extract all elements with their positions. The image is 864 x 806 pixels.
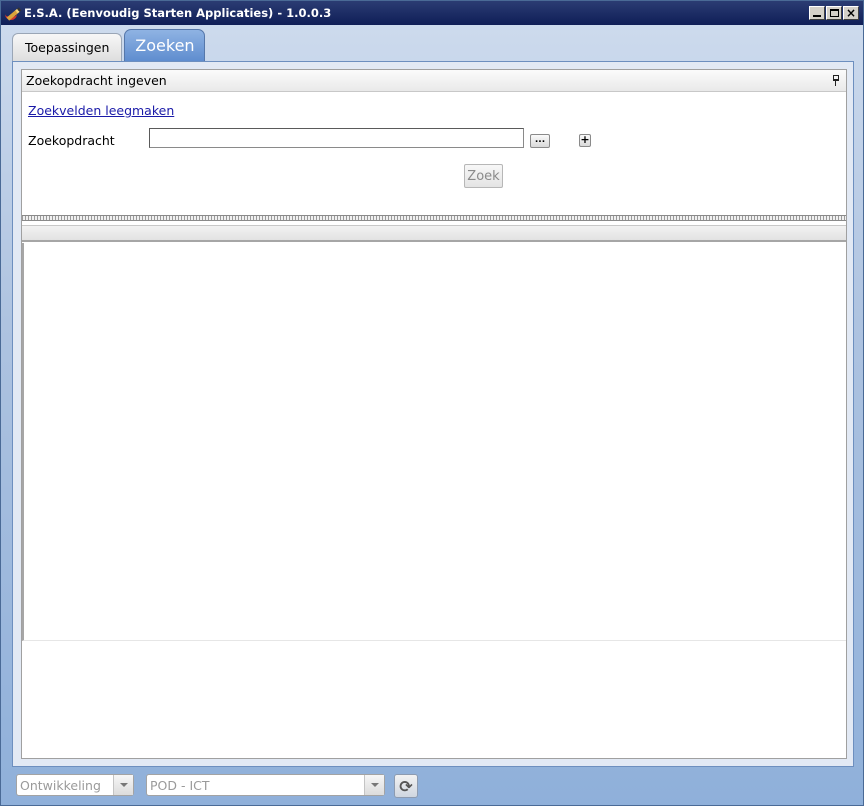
search-button[interactable]: Zoek [464,164,503,188]
clear-fields-link[interactable]: Zoekvelden leegmaken [28,103,174,118]
environment-select[interactable]: Ontwikkeling [16,774,134,796]
minimize-icon [813,15,821,17]
refresh-button[interactable]: ⟳ [394,774,418,798]
chevron-down-icon[interactable] [113,775,133,795]
close-icon: × [845,6,857,20]
status-bar: Ontwikkeling POD - ICT ⟳ [1,769,863,805]
maximize-button[interactable] [826,6,842,20]
results-grid[interactable] [22,243,846,641]
maximize-icon [830,9,839,17]
main-content: Zoekopdracht ingeven Zoekvelden leegmake… [12,61,854,767]
panel-title: Zoekopdracht ingeven [26,73,167,88]
results-grid-header [22,225,846,242]
search-panel-header: Zoekopdracht ingeven [22,70,846,92]
close-button[interactable]: × [843,6,859,20]
browse-button[interactable]: ... [530,134,550,148]
tab-toepassingen[interactable]: Toepassingen [12,33,123,61]
window-controls: × [809,6,859,20]
app-logo-icon [5,5,22,21]
pin-icon[interactable] [832,75,840,87]
organisation-select[interactable]: POD - ICT [146,774,385,796]
query-input[interactable] [149,128,524,148]
window-title: E.S.A. (Eenvoudig Starten Applicaties) -… [24,6,332,20]
chevron-down-icon[interactable] [364,775,384,795]
refresh-icon: ⟳ [399,776,413,796]
minimize-button[interactable] [809,6,825,20]
app-window: E.S.A. (Eenvoudig Starten Applicaties) -… [0,0,864,806]
title-bar[interactable]: E.S.A. (Eenvoudig Starten Applicaties) -… [1,1,863,25]
tab-strip: Toepassingen Zoeken [12,29,206,61]
tab-zoeken[interactable]: Zoeken [124,29,206,61]
search-container: Zoekopdracht ingeven Zoekvelden leegmake… [21,69,847,759]
organisation-value: POD - ICT [150,777,210,793]
environment-value: Ontwikkeling [20,777,101,793]
add-criterion-button[interactable]: + [579,134,591,147]
panel-splitter[interactable] [22,215,846,221]
query-label: Zoekopdracht [28,133,115,148]
